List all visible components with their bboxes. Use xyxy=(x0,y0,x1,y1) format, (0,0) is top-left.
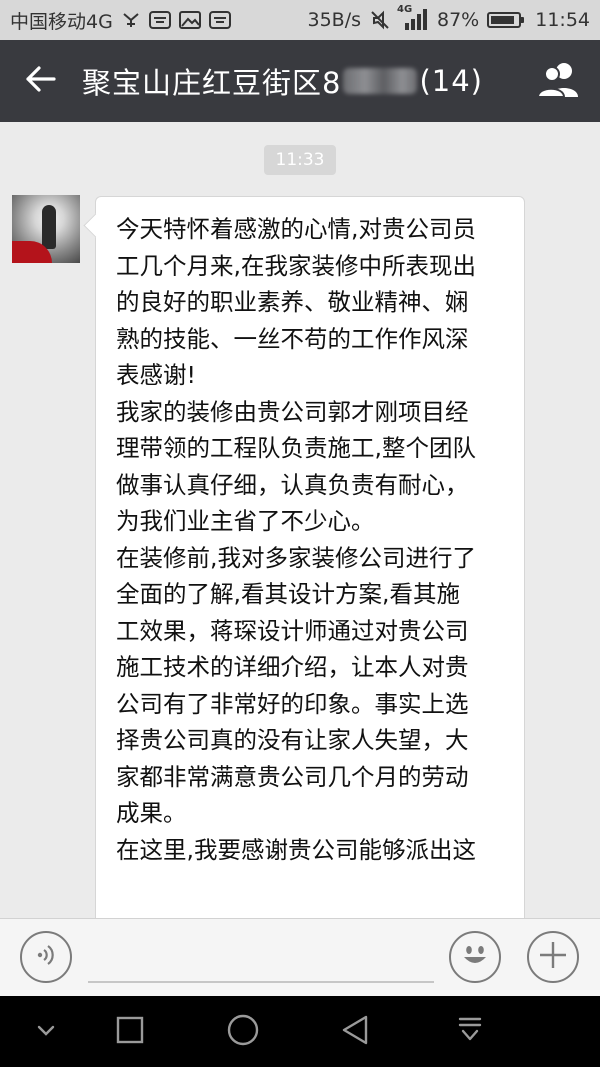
status-right: 35B/s 4G 87% 11:54 xyxy=(307,4,590,32)
mute-icon xyxy=(369,9,391,31)
chat-title-prefix: 聚宝山庄红豆街区8 xyxy=(82,66,342,100)
taobao-icon xyxy=(148,10,171,30)
input-bar xyxy=(0,918,600,996)
network-speed: 35B/s xyxy=(307,9,361,31)
status-bar: 中国移动4G 35B/s 4G 87% 11:54 xyxy=(0,0,600,40)
chat-header: 聚宝山庄红豆街区8 (14) xyxy=(0,40,600,122)
message-line: 成果。 xyxy=(116,799,187,827)
back-icon xyxy=(340,1014,372,1050)
message-line: 今天特怀着感激的心情,对贵公司员 xyxy=(116,215,476,243)
emoji-icon xyxy=(455,935,495,979)
usb-icon xyxy=(121,11,141,29)
message-line: 理带领的工程队负责施工,整个团队 xyxy=(116,434,476,462)
message-line: 工几个月来,在我家装修中所表现出 xyxy=(116,251,476,280)
notification-pull-button[interactable] xyxy=(446,1008,494,1056)
back-button[interactable] xyxy=(0,40,82,122)
voice-toggle-button[interactable] xyxy=(20,931,72,983)
message-line: 在这里,我要感谢贵公司能够派出这 xyxy=(116,835,476,864)
battery-percent: 87% xyxy=(437,9,480,31)
message-line: 熟的技能、一丝不苟的工作作风深 xyxy=(116,324,469,353)
carrier-label: 中国移动4G xyxy=(10,10,113,33)
taobao-icon xyxy=(208,10,231,30)
emoji-button[interactable] xyxy=(449,931,501,983)
group-members-icon xyxy=(536,63,582,107)
battery-level xyxy=(491,16,514,24)
signal-icon: 4G xyxy=(397,4,429,32)
system-nav-bar xyxy=(0,996,600,1067)
home-icon xyxy=(226,1013,260,1051)
more-options-button[interactable] xyxy=(527,931,579,983)
message-input[interactable] xyxy=(88,933,434,983)
plus-icon xyxy=(537,939,569,975)
collapse-icon xyxy=(35,1023,57,1042)
message-timestamp: 11:33 xyxy=(264,145,336,175)
message-bubble[interactable]: 今天特怀着感激的心情,对贵公司员 工几个月来,在我家装修中所表现出 的良好的职业… xyxy=(95,196,525,918)
notification-pull-icon xyxy=(455,1015,485,1049)
message-line: 表感谢! xyxy=(116,361,196,389)
avatar-figure xyxy=(42,205,56,249)
message-line: 择贵公司真的没有让家人失望，大 xyxy=(116,726,469,754)
message-line: 工效果，蒋琛设计师通过对贵公司 xyxy=(116,616,469,645)
image-icon xyxy=(178,10,201,30)
home-button[interactable] xyxy=(219,1008,267,1056)
message-line: 公司有了非常好的印象。事实上选 xyxy=(116,689,469,718)
status-left: 中国移动4G xyxy=(10,7,231,34)
clock: 11:54 xyxy=(535,9,590,31)
chat-title: 聚宝山庄红豆街区8 (14) xyxy=(82,60,483,102)
recents-button[interactable] xyxy=(106,1008,154,1056)
message-line: 做事认真仔细，认真负责有耐心， xyxy=(116,470,469,499)
message-line: 我家的装修由贵公司郭才刚项目经 xyxy=(116,397,469,426)
back-arrow-icon xyxy=(25,65,57,97)
member-count: (14) xyxy=(419,64,483,98)
message-line: 施工技术的详细介绍，让本人对贵 xyxy=(116,653,469,681)
voice-input-icon xyxy=(32,941,60,973)
group-info-button[interactable] xyxy=(536,59,582,103)
recents-icon xyxy=(115,1015,145,1049)
network-badge: 4G xyxy=(397,4,413,15)
message-line: 的良好的职业素养、敬业精神、娴 xyxy=(116,288,469,316)
battery-icon xyxy=(487,12,525,28)
sender-avatar[interactable] xyxy=(12,195,80,263)
system-back-button[interactable] xyxy=(332,1008,380,1056)
collapse-button[interactable] xyxy=(22,1008,70,1056)
message-line: 家都非常满意贵公司几个月的劳动 xyxy=(116,762,469,791)
message-list[interactable]: 11:33 今天特怀着感激的心情,对贵公司员 工几个月来,在我家装修中所表现出 … xyxy=(0,122,600,918)
obscured-text xyxy=(343,68,418,94)
message-line: 全面的了解,看其设计方案,看其施 xyxy=(116,580,460,608)
message-line: 在装修前,我对多家装修公司进行了 xyxy=(116,543,476,572)
message-line: 为我们业主省了不少心。 xyxy=(116,507,375,535)
